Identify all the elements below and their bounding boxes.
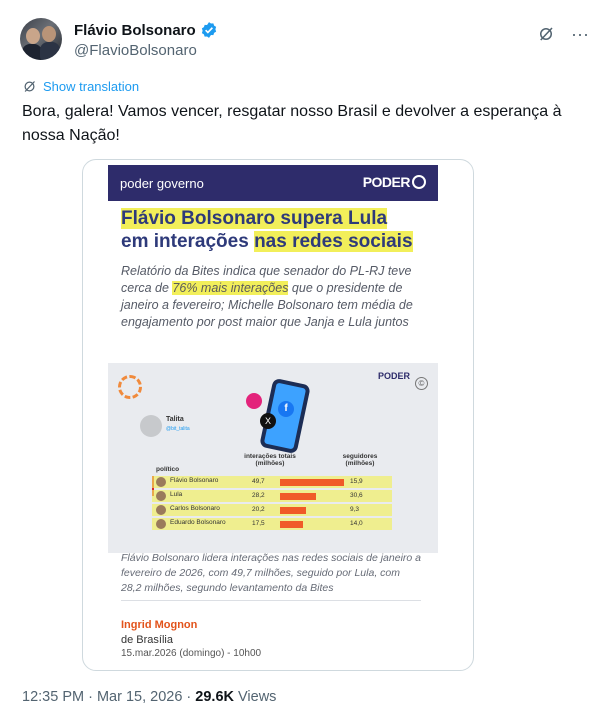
infographic-row: Eduardo Bolsonaro 17,5 14,0 <box>152 518 392 530</box>
interacoes-bar <box>280 507 306 514</box>
headline-line2-pre: em interações <box>121 231 255 252</box>
avatar[interactable] <box>20 18 62 60</box>
infographic: PODER © f X Talita @bit_talita político … <box>108 363 438 553</box>
politician-name: Flávio Bolsonaro <box>170 477 219 484</box>
article-date: 15.mar.2026 (domingo) - 10h00 <box>121 648 262 659</box>
politician-avatar <box>156 491 166 501</box>
tweet-meta: 12:35 PM · Mar 15, 2026 · 29.6K Views <box>22 689 276 705</box>
article-location: de Brasília <box>121 634 173 646</box>
grok-icon[interactable] <box>536 24 556 44</box>
sun-logo-icon <box>118 375 142 399</box>
show-translation-link[interactable]: Show translation <box>22 79 139 94</box>
image-caption: Flávio Bolsonaro lidera interações nas r… <box>121 552 421 594</box>
infographic-row: Lula 28,2 30,6 <box>152 490 392 502</box>
views-label: Views <box>233 689 277 705</box>
col-interacoes: interações totais (milhões) <box>244 453 296 467</box>
poder-logo-text: PODER <box>362 174 411 190</box>
article-headline: Flávio Bolsonaro supera Lula em interaçõ… <box>121 207 441 253</box>
politician-name: Lula <box>170 491 183 498</box>
author-name-row[interactable]: Flávio Bolsonaro <box>74 21 218 39</box>
author-name[interactable]: Flávio Bolsonaro <box>74 22 196 39</box>
politician-avatar <box>156 505 166 515</box>
tweet-media[interactable]: poder governo PODER Flávio Bolsonaro sup… <box>82 159 474 671</box>
seguidores-value: 9,3 <box>350 506 360 513</box>
headline-line2-hl: nas redes sociais <box>254 231 413 252</box>
politician-name: Carlos Bolsonaro <box>170 505 220 512</box>
seguidores-value: 30,6 <box>350 492 363 499</box>
infographic-row: Flávio Bolsonaro 49,7 15,9 <box>152 476 392 488</box>
article-author: Ingrid Mognon <box>121 619 198 631</box>
interacoes-value: 17,5 <box>252 520 265 527</box>
section-label: poder governo <box>120 176 204 191</box>
politician-avatar <box>156 519 166 529</box>
show-translation-label[interactable]: Show translation <box>43 79 139 94</box>
more-icon[interactable]: ··· <box>570 24 590 44</box>
interacoes-bar <box>280 479 344 486</box>
tweet-timestamp[interactable]: 12:35 PM · Mar 15, 2026 · <box>22 689 195 705</box>
article-topbar: poder governo PODER <box>108 165 438 201</box>
author-handle[interactable]: @FlavioBolsonaro <box>74 42 197 59</box>
talita-handle: @bit_talita <box>166 426 190 432</box>
interacoes-bar <box>280 493 316 500</box>
article-deck: Relatório da Bites indica que senador do… <box>121 263 421 331</box>
politician-avatar <box>156 477 166 487</box>
interacoes-value: 49,7 <box>252 478 265 485</box>
translate-icon <box>24 81 35 92</box>
col-politico: político <box>156 466 180 473</box>
tweet-header: Flávio Bolsonaro @FlavioBolsonaro ··· <box>20 18 590 64</box>
verified-badge-icon <box>201 22 216 38</box>
infographic-row: Carlos Bolsonaro 20,2 9,3 <box>152 504 392 516</box>
infographic-logo: PODER <box>377 371 410 381</box>
interacoes-value: 28,2 <box>252 492 265 499</box>
views-count: 29.6K <box>195 689 234 705</box>
seguidores-value: 15,9 <box>350 478 363 485</box>
headline-line1: Flávio Bolsonaro supera Lula <box>121 208 388 229</box>
interacoes-bar <box>280 521 303 528</box>
talita-avatar <box>140 415 162 437</box>
poder-logo: PODER <box>363 174 426 190</box>
header-actions: ··· <box>536 24 590 44</box>
talita-name: Talita <box>166 416 184 423</box>
copyright-icon: © <box>415 377 428 390</box>
facebook-icon: f <box>278 401 294 417</box>
instagram-icon <box>246 393 262 409</box>
seguidores-value: 14,0 <box>350 520 363 527</box>
tweet-text: Bora, galera! Vamos vencer, resgatar nos… <box>22 103 562 144</box>
deck-highlight: 76% mais interações <box>172 281 289 295</box>
interacoes-value: 20,2 <box>252 506 265 513</box>
col-seguidores: seguidores (milhões) <box>342 453 378 467</box>
politician-name: Eduardo Bolsonaro <box>170 519 226 526</box>
x-icon: X <box>260 413 276 429</box>
divider <box>121 600 421 601</box>
